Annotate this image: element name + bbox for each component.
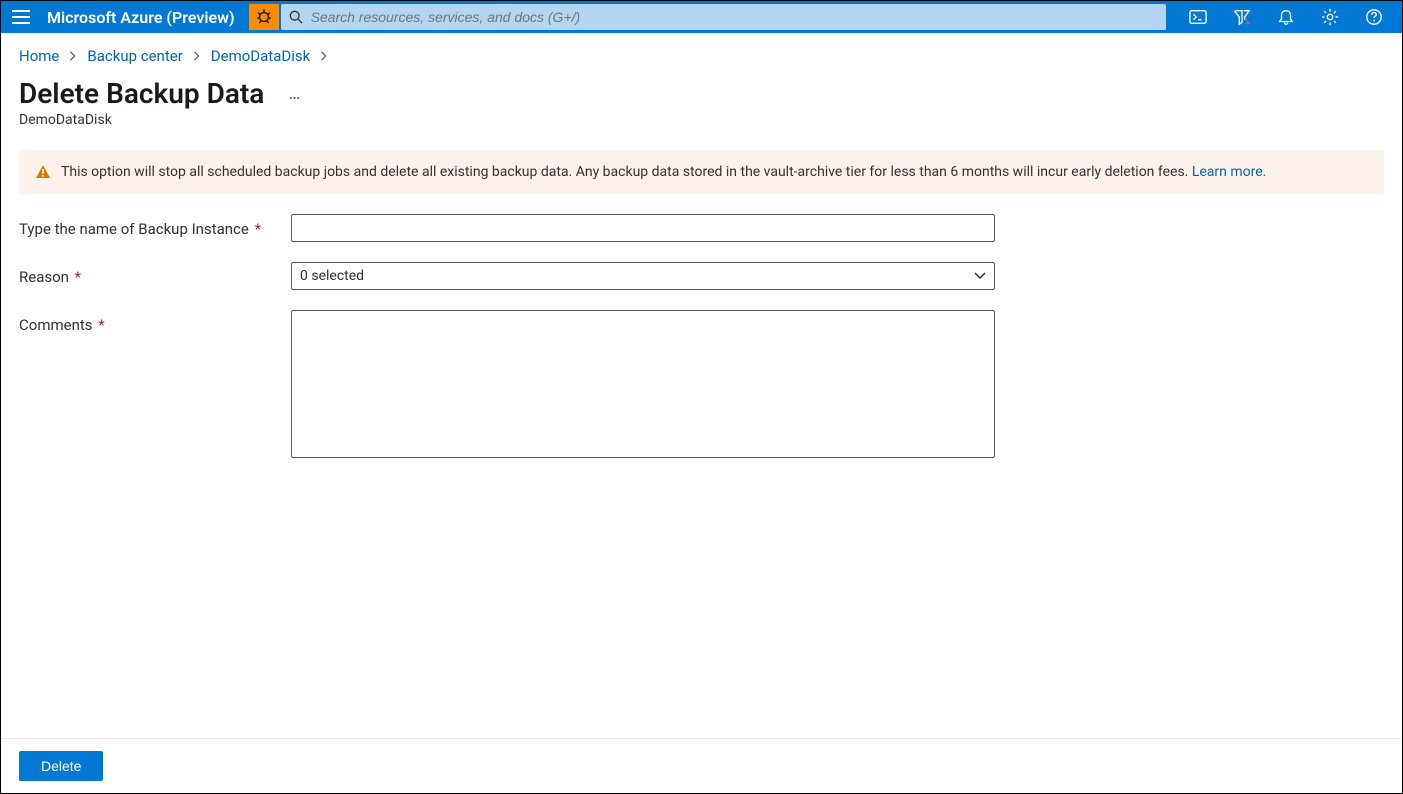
required-asterisk: * <box>251 220 261 238</box>
chevron-down-icon <box>974 272 986 280</box>
directory-filter-button[interactable] <box>1220 1 1264 33</box>
required-asterisk: * <box>71 268 81 286</box>
breadcrumb-demodatadisk[interactable]: DemoDataDisk <box>211 47 310 65</box>
brand-title[interactable]: Microsoft Azure (Preview) <box>41 8 249 27</box>
reason-label: Reason * <box>19 262 291 286</box>
warning-banner: This option will stop all scheduled back… <box>19 150 1384 194</box>
preview-badge[interactable] <box>249 4 279 30</box>
bug-icon <box>255 8 273 26</box>
top-bar: Microsoft Azure (Preview) <box>1 1 1402 33</box>
warning-learn-more-link[interactable]: Learn more. <box>1192 164 1267 180</box>
name-label-text: Type the name of Backup Instance <box>19 220 249 238</box>
title-row: Delete Backup Data … <box>1 71 1402 110</box>
backup-instance-name-input[interactable] <box>291 214 995 242</box>
cloud-shell-icon <box>1189 8 1207 26</box>
topbar-actions <box>1176 1 1402 33</box>
required-asterisk: * <box>95 316 105 334</box>
warning-text: This option will stop all scheduled back… <box>61 164 1192 180</box>
footer: Delete <box>1 738 1402 793</box>
page-subtitle: DemoDataDisk <box>1 110 1402 142</box>
page-title: Delete Backup Data <box>19 77 264 110</box>
search-box[interactable] <box>281 4 1166 30</box>
bell-icon <box>1277 8 1295 26</box>
cloud-shell-button[interactable] <box>1176 1 1220 33</box>
form-row-comments: Comments * <box>19 310 1384 462</box>
help-icon <box>1365 8 1383 26</box>
help-button[interactable] <box>1352 1 1396 33</box>
comments-textarea[interactable] <box>291 310 995 458</box>
warning-text-wrap: This option will stop all scheduled back… <box>61 164 1266 180</box>
breadcrumb-home[interactable]: Home <box>19 47 59 65</box>
chevron-right-icon <box>69 47 77 65</box>
search-input[interactable] <box>311 9 1158 25</box>
reason-label-text: Reason <box>19 268 69 286</box>
title-more-button[interactable]: … <box>288 83 301 104</box>
comments-label-text: Comments <box>19 316 93 334</box>
warning-icon <box>35 164 51 180</box>
search-icon <box>289 10 303 24</box>
gear-icon <box>1321 8 1339 26</box>
hamburger-icon <box>12 10 30 24</box>
reason-selected-text: 0 selected <box>300 268 364 284</box>
settings-button[interactable] <box>1308 1 1352 33</box>
breadcrumb: Home Backup center DemoDataDisk <box>1 33 1402 71</box>
notifications-button[interactable] <box>1264 1 1308 33</box>
name-label: Type the name of Backup Instance * <box>19 214 291 238</box>
comments-label: Comments * <box>19 310 291 334</box>
hamburger-menu[interactable] <box>1 1 41 33</box>
chevron-right-icon <box>193 47 201 65</box>
form-row-reason: Reason * 0 selected <box>19 262 1384 290</box>
filter-icon <box>1233 8 1251 26</box>
reason-select[interactable]: 0 selected <box>291 262 995 290</box>
form-area: Type the name of Backup Instance * Reaso… <box>1 214 1402 462</box>
delete-button[interactable]: Delete <box>19 751 103 781</box>
form-row-name: Type the name of Backup Instance * <box>19 214 1384 242</box>
chevron-right-icon <box>320 47 328 65</box>
breadcrumb-backup-center[interactable]: Backup center <box>87 47 182 65</box>
